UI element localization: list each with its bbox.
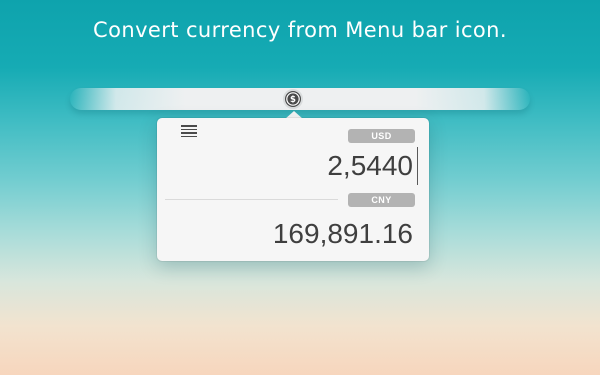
converter-popover: USD 2,5440 CNY 169,891.16 (157, 118, 429, 261)
divider (165, 199, 338, 200)
from-currency-badge[interactable]: USD (348, 129, 415, 143)
text-caret (417, 147, 418, 185)
hamburger-menu-icon[interactable] (181, 125, 197, 137)
headline: Convert currency from Menu bar icon. (93, 18, 507, 42)
amount-input[interactable]: 2,5440 (247, 148, 413, 184)
currency-exchange-icon[interactable]: $ (285, 91, 301, 107)
to-currency-badge[interactable]: CNY (348, 193, 415, 207)
converted-result: 169,891.16 (272, 218, 413, 249)
svg-text:$: $ (290, 95, 296, 105)
